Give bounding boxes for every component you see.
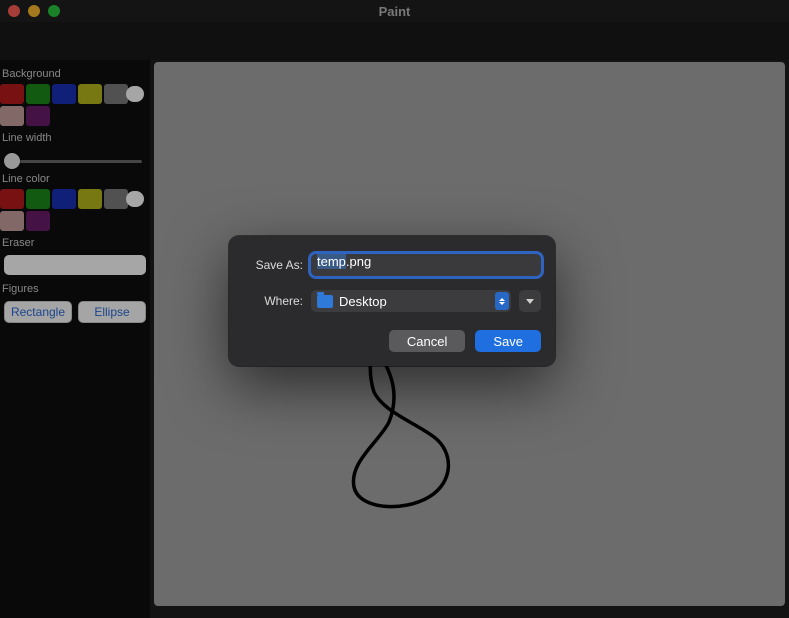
folder-icon xyxy=(317,295,333,308)
cancel-button[interactable]: Cancel xyxy=(389,330,465,352)
where-label: Where: xyxy=(243,294,303,308)
where-value: Desktop xyxy=(339,294,387,309)
filename-selected: temp xyxy=(317,254,346,269)
chevron-down-icon xyxy=(526,299,534,304)
filename-input[interactable]: temp.png xyxy=(311,254,541,276)
save-button[interactable]: Save xyxy=(475,330,541,352)
where-stepper-icon xyxy=(495,292,509,310)
save-as-label: Save As: xyxy=(243,258,303,272)
save-dialog: Save As: temp.png Where: Desktop Cancel … xyxy=(229,236,555,366)
expand-browser-button[interactable] xyxy=(519,290,541,312)
filename-ext: .png xyxy=(346,254,371,269)
where-select[interactable]: Desktop xyxy=(311,290,511,312)
